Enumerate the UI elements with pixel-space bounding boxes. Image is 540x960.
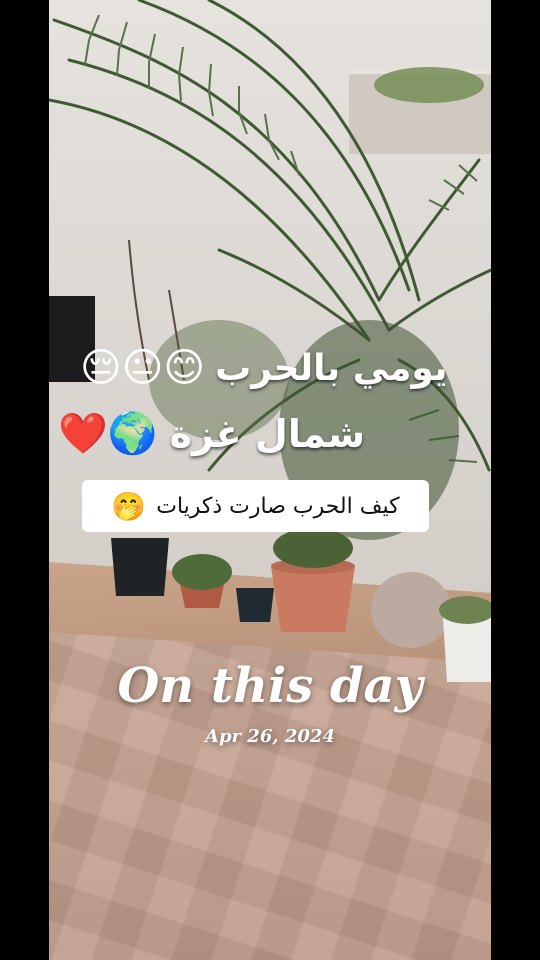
- overlay-line-2-text: شمال غزة: [169, 411, 365, 456]
- overlay-line-1: يومي بالحرب 😊😐😔: [80, 345, 448, 391]
- face-hand-over-mouth-icon: 🤭: [111, 489, 147, 523]
- memory-title: On this day: [117, 658, 423, 714]
- caption-text: كيف الحرب صارت ذكريات: [156, 493, 400, 519]
- caption-box: كيف الحرب صارت ذكريات 🤭: [82, 480, 429, 532]
- overlay-line-1-text: يومي بالحرب: [215, 347, 448, 389]
- memory-date: Apr 26, 2024: [205, 726, 335, 747]
- globe-heart-emojis: 🌍❤️: [58, 411, 158, 457]
- face-emojis: 😊😐😔: [80, 345, 206, 391]
- overlay-line-2: شمال غزة 🌍❤️: [58, 410, 365, 457]
